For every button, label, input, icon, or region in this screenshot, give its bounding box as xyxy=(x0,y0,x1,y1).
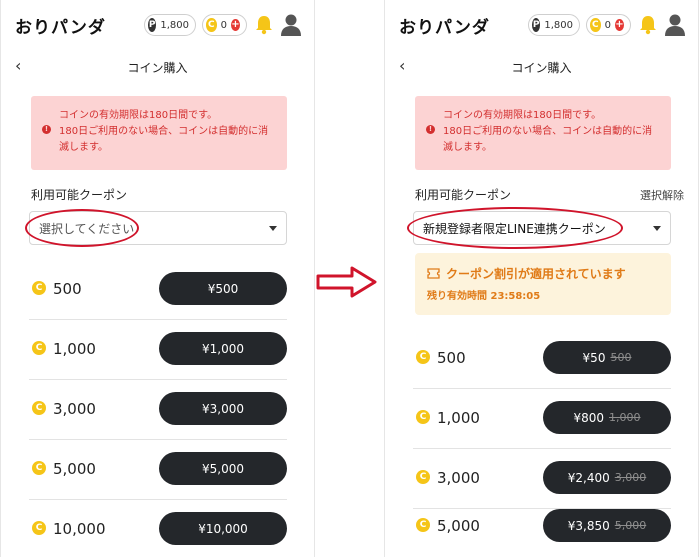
coin-package-row: C 500 ¥50 500 xyxy=(413,329,671,389)
price-label: ¥1,000 xyxy=(202,341,244,356)
alert-line-1: コインの有効期限は180日間です。 xyxy=(443,110,602,121)
alert-icon: ! xyxy=(426,125,435,134)
coin-package-row: C 5,000 ¥3,850 5,000 xyxy=(413,497,671,557)
buy-button[interactable]: ¥3,850 5,000 xyxy=(543,509,671,542)
user-avatar-icon[interactable] xyxy=(280,13,302,37)
coin-amount: 5,000 xyxy=(53,460,96,478)
buy-button[interactable]: ¥2,400 3,000 xyxy=(543,461,671,494)
point-icon: P xyxy=(532,18,541,32)
discounted-price: ¥2,400 xyxy=(567,470,610,485)
point-icon: P xyxy=(148,18,157,32)
alert-line-3: 滅します。 xyxy=(59,142,108,153)
points-badge[interactable]: P 1,800 xyxy=(144,14,196,36)
buy-button[interactable]: ¥1,000 xyxy=(159,332,287,365)
buy-button[interactable]: ¥3,000 xyxy=(159,392,287,425)
coin-icon: C xyxy=(416,470,430,484)
original-price: 1,000 xyxy=(609,411,641,424)
add-coins-icon[interactable]: + xyxy=(230,19,240,31)
coupon-applied-text: クーポン割引が適用されています xyxy=(446,267,626,281)
coin-amount: 3,000 xyxy=(53,400,96,418)
coins-value: 0 xyxy=(604,19,611,31)
transition-arrow-icon xyxy=(316,266,377,298)
right-screen: おりパンダ P 1,800 C 0 + ‹ コイン購入 ! コインの有効期限は1… xyxy=(384,0,699,557)
remaining-time: 残り有効時間 23:58:05 xyxy=(427,291,541,302)
points-value: 1,800 xyxy=(160,19,189,31)
coin-icon: C xyxy=(416,410,430,424)
discounted-price: ¥800 xyxy=(573,410,605,425)
coin-icon: C xyxy=(32,521,46,535)
coin-amount: 5,000 xyxy=(437,517,480,535)
points-badge[interactable]: P 1,800 xyxy=(528,14,580,36)
price-label: ¥5,000 xyxy=(202,461,244,476)
coin-icon: C xyxy=(32,461,46,475)
coin-amount: 500 xyxy=(437,349,466,367)
coin-amount: 1,000 xyxy=(53,340,96,358)
alert-line-2: 180日ご利用のない場合、コインは自動的に消 xyxy=(59,126,269,137)
price-label: ¥10,000 xyxy=(198,521,248,536)
coupon-label: 利用可能クーポン xyxy=(31,188,128,202)
coin-icon: C xyxy=(416,350,430,364)
app-header: おりパンダ P 1,800 C 0 + xyxy=(1,0,314,50)
coin-expiry-alert: ! コインの有効期限は180日間です。 180日ご利用のない場合、コインは自動的… xyxy=(415,96,671,170)
points-value: 1,800 xyxy=(544,19,573,31)
coin-icon: C xyxy=(32,281,46,295)
page-title: コイン購入 xyxy=(511,61,572,75)
coins-badge[interactable]: C 0 + xyxy=(586,14,631,36)
coin-package-row: C 5,000 ¥5,000 xyxy=(29,440,287,500)
coin-package-row: C 10,000 ¥10,000 xyxy=(29,500,287,557)
original-price: 500 xyxy=(610,351,632,364)
coin-icon: C xyxy=(206,18,217,32)
coin-amount: 10,000 xyxy=(53,520,106,538)
app-logo[interactable]: おりパンダ xyxy=(15,13,106,38)
coins-badge[interactable]: C 0 + xyxy=(202,14,247,36)
alert-line-2: 180日ご利用のない場合、コインは自動的に消 xyxy=(443,126,653,137)
bell-icon[interactable] xyxy=(639,15,657,35)
chevron-down-icon xyxy=(269,226,277,231)
coin-package-row: C 500 ¥500 xyxy=(29,260,287,320)
coin-icon: C xyxy=(590,18,601,32)
buy-button[interactable]: ¥800 1,000 xyxy=(543,401,671,434)
coins-value: 0 xyxy=(220,19,227,31)
buy-button[interactable]: ¥500 xyxy=(159,272,287,305)
deselect-link[interactable]: 選択解除 xyxy=(640,187,684,203)
alert-icon: ! xyxy=(42,125,51,134)
left-screen: おりパンダ P 1,800 C 0 + ‹ コイン購入 ! コインの有効期限は1… xyxy=(0,0,315,557)
buy-button[interactable]: ¥5,000 xyxy=(159,452,287,485)
coin-package-row: C 1,000 ¥800 1,000 xyxy=(413,389,671,449)
buy-button[interactable]: ¥50 500 xyxy=(543,341,671,374)
price-label: ¥3,000 xyxy=(202,401,244,416)
coin-package-row: C 1,000 ¥1,000 xyxy=(29,320,287,380)
discounted-price: ¥3,850 xyxy=(567,518,610,533)
coin-amount: 500 xyxy=(53,280,82,298)
coin-amount: 3,000 xyxy=(437,469,480,487)
chevron-down-icon xyxy=(653,226,661,231)
coin-icon: C xyxy=(416,518,430,532)
ticket-icon xyxy=(427,268,440,279)
page-title: コイン購入 xyxy=(127,61,188,75)
coin-package-row: C 3,000 ¥3,000 xyxy=(29,380,287,440)
original-price: 5,000 xyxy=(614,519,647,532)
user-avatar-icon[interactable] xyxy=(664,13,686,37)
coupon-applied-banner: クーポン割引が適用されています 残り有効時間 23:58:05 xyxy=(415,253,671,315)
original-price: 3,000 xyxy=(614,471,647,484)
coin-icon: C xyxy=(32,401,46,415)
app-header: おりパンダ P 1,800 C 0 + xyxy=(385,0,698,50)
highlight-oval xyxy=(407,207,623,249)
coin-icon: C xyxy=(32,341,46,355)
highlight-oval xyxy=(25,209,139,247)
discounted-price: ¥50 xyxy=(582,350,606,365)
add-coins-icon[interactable]: + xyxy=(614,19,624,31)
buy-button[interactable]: ¥10,000 xyxy=(159,512,287,545)
alert-line-1: コインの有効期限は180日間です。 xyxy=(59,110,218,121)
coin-expiry-alert: ! コインの有効期限は180日間です。 180日ご利用のない場合、コインは自動的… xyxy=(31,96,287,170)
coin-amount: 1,000 xyxy=(437,409,480,427)
alert-line-3: 滅します。 xyxy=(443,142,492,153)
app-logo[interactable]: おりパンダ xyxy=(399,13,490,38)
coupon-label: 利用可能クーポン xyxy=(415,188,512,202)
price-label: ¥500 xyxy=(207,281,239,296)
bell-icon[interactable] xyxy=(255,15,273,35)
